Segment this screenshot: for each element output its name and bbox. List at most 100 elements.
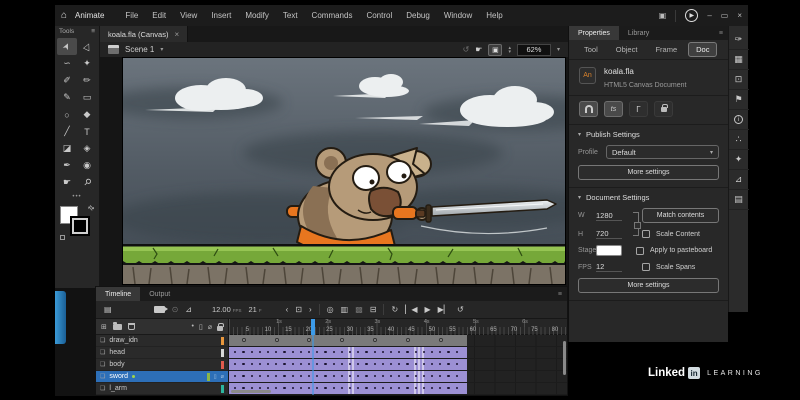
frame-row-draw_idn[interactable] [229, 335, 567, 347]
tool-asset-warp[interactable]: ✦ [77, 55, 97, 72]
docsettings-collapse-icon[interactable]: ▾ [578, 194, 581, 201]
rotate-view-icon[interactable]: ↺ [463, 45, 470, 54]
menu-view[interactable]: View [173, 11, 204, 20]
show-hide-column-icon[interactable]: ⌀ [208, 323, 212, 331]
tool-oval[interactable]: ○ [57, 106, 77, 123]
lock-column-icon[interactable] [217, 326, 223, 331]
menu-file[interactable]: File [118, 11, 145, 20]
play-icon[interactable]: ▶ [424, 305, 430, 314]
snap-to-objects-toggle[interactable] [579, 101, 598, 117]
apply-pasteboard-checkbox[interactable] [636, 247, 644, 255]
add-camera-icon[interactable] [154, 306, 165, 313]
tools-menu-icon[interactable]: ≡ [91, 28, 95, 35]
dock-history-graph-icon[interactable]: ⊿ [729, 170, 749, 190]
menu-help[interactable]: Help [479, 11, 509, 20]
tab-library[interactable]: Library [619, 26, 658, 40]
restore-button[interactable]: ▭ [721, 11, 729, 20]
dock-frames-icon[interactable]: ▦ [729, 50, 749, 70]
frames-area[interactable]: 1s2s3s4s5s6s 510152025303540455055606570… [229, 319, 567, 395]
tool-lasso[interactable]: ∽ [57, 55, 77, 72]
scale-content-checkbox[interactable] [642, 230, 650, 238]
center-stage-button[interactable]: ▣ [488, 44, 502, 56]
vertical-scrollbar[interactable] [563, 341, 566, 375]
pasteboard[interactable] [100, 58, 568, 286]
scale-spans-checkbox[interactable] [642, 263, 650, 271]
frame-row-body[interactable] [229, 359, 567, 371]
new-layer-button[interactable]: ⊞ [101, 323, 107, 331]
properties-menu-icon[interactable]: ≡ [714, 26, 728, 40]
subtab-doc[interactable]: Doc [688, 42, 717, 57]
menu-insert[interactable]: Insert [204, 11, 238, 20]
link-dimensions-icon[interactable] [633, 212, 639, 236]
fps-indicator[interactable]: 12.00 FPS [212, 305, 242, 314]
tool-eraser[interactable]: ◪ [57, 140, 77, 157]
publish-collapse-icon[interactable]: ▾ [578, 131, 581, 138]
layer-outline-icon[interactable]: ▯ [214, 374, 217, 380]
tool-fluid-brush[interactable]: ✐ [57, 72, 77, 89]
layer-row-body[interactable]: ❏body [96, 359, 228, 371]
frame-rows[interactable] [229, 335, 567, 395]
tab-koala-fla[interactable]: koala.fla (Canvas) × [100, 26, 188, 42]
new-folder-button[interactable] [113, 324, 122, 330]
subtab-object[interactable]: Object [609, 43, 645, 56]
tool-selection[interactable]: ➤ [57, 38, 77, 55]
layer-row-l_arm[interactable]: ❏l_arm [96, 383, 228, 395]
layer-row-draw_idn[interactable]: ❏draw_idn [96, 335, 228, 347]
zoom-dropdown-icon[interactable]: ▾ [557, 46, 560, 53]
layer-row-head[interactable]: ❏head [96, 347, 228, 359]
home-icon[interactable]: ⌂ [61, 10, 67, 21]
minimize-button[interactable]: – [707, 11, 711, 20]
scene-chevron-icon[interactable]: ▾ [160, 46, 163, 53]
frame-row-l_arm[interactable] [229, 383, 567, 395]
tool-polystar[interactable]: ◆ [77, 106, 97, 123]
tool-subselection[interactable]: ▷ [77, 38, 97, 55]
tool-paint-bucket[interactable]: ◈ [77, 140, 97, 157]
menu-edit[interactable]: Edit [145, 11, 173, 20]
rewind-icon[interactable]: ↺ [457, 305, 464, 314]
lock-guides-toggle[interactable] [654, 101, 673, 117]
layer-depth-icon[interactable]: ⊙ [172, 305, 179, 314]
step-forward-icon[interactable]: ▶▏ [438, 305, 450, 314]
tool-text[interactable]: T [77, 123, 97, 140]
menu-commands[interactable]: Commands [305, 11, 360, 20]
match-contents-button[interactable]: Match contents [642, 208, 719, 223]
fps-doc-value[interactable]: 12 [596, 262, 622, 272]
layer-parenting-icon[interactable]: ▤ [104, 305, 112, 314]
delete-layer-button[interactable] [128, 323, 135, 330]
snap-align-toggle[interactable]: Γ [629, 101, 648, 117]
tools-overflow[interactable]: ••• [55, 194, 99, 200]
fill-color-swatch[interactable] [72, 218, 88, 234]
dock-info-icon[interactable]: i [729, 110, 749, 130]
dock-brush-library-icon[interactable]: ✑ [729, 30, 749, 50]
swap-colors-icon[interactable]: ⇄ [86, 203, 96, 213]
layer-lock-icon[interactable]: ⌀ [221, 374, 224, 380]
current-frame-indicator[interactable]: 21 F [249, 305, 262, 314]
stage-color-swatch[interactable] [596, 245, 622, 256]
menu-text[interactable]: Text [276, 11, 305, 20]
tab-timeline[interactable]: Timeline [96, 287, 140, 301]
graph-editor-icon[interactable]: ⊿ [185, 305, 192, 314]
outline-column-icon[interactable]: ▯ [199, 323, 203, 331]
dock-flag-icon[interactable]: ⚑ [729, 90, 749, 110]
tool-pencil[interactable]: ✎ [57, 89, 77, 106]
menu-window[interactable]: Window [437, 11, 479, 20]
dock-components-icon[interactable]: ▤ [729, 190, 749, 210]
snap-to-pixels-toggle[interactable]: ts [604, 101, 623, 117]
stepper-down-icon[interactable]: ▾ [508, 50, 511, 54]
dock-align-icon[interactable]: ⊡ [729, 70, 749, 90]
step-back-icon[interactable]: ▏◀ [405, 305, 417, 314]
scene-name[interactable]: Scene 1 [125, 45, 154, 54]
hand-view-icon[interactable]: ☛ [475, 45, 482, 54]
horizontal-scrollbar[interactable] [231, 390, 271, 393]
next-keyframe-icon[interactable]: › [309, 305, 312, 314]
close-button[interactable]: × [737, 11, 742, 20]
zoom-level-input[interactable]: 62% [517, 44, 551, 56]
default-colors-icon[interactable] [60, 235, 65, 240]
tab-properties[interactable]: Properties [569, 26, 619, 40]
tab-output[interactable]: Output [140, 287, 179, 301]
dock-asset-sculpt-icon[interactable]: ✦ [729, 150, 749, 170]
publish-more-settings-button[interactable]: More settings [578, 165, 719, 180]
highlight-column-icon[interactable]: • [191, 323, 193, 330]
frame-row-sword[interactable] [229, 371, 567, 383]
document-more-settings-button[interactable]: More settings [578, 278, 719, 293]
